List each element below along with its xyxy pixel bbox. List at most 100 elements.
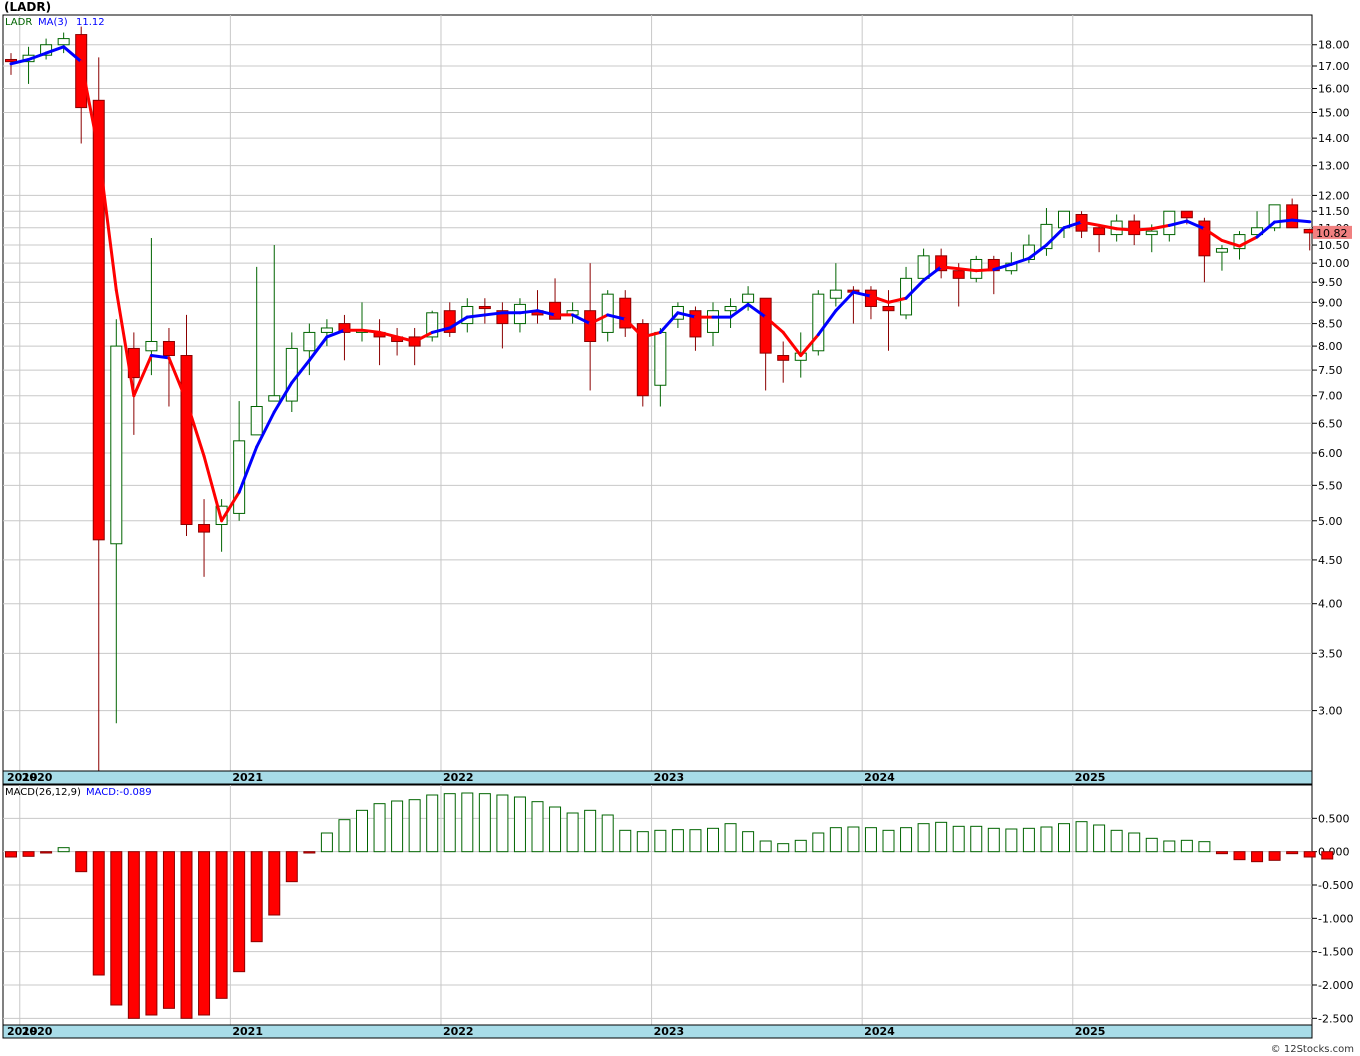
price-tick-label: 5.00: [1318, 515, 1343, 528]
candle-down: [1180, 210, 1193, 219]
ma-segment: [1132, 227, 1154, 232]
ma-segment: [518, 309, 539, 315]
price-tick-label: 8.50: [1318, 318, 1343, 331]
stock-chart: (LADR) 18.00 17.00 16.00 15.00 14.00 13.00 12.…: [0, 0, 1360, 1056]
candle-up: [812, 293, 825, 352]
year-label: 2025: [1075, 771, 1106, 784]
macd-bar-positive: [619, 829, 632, 853]
macd-bar-positive: [724, 823, 737, 853]
macd-bar-positive: [566, 812, 579, 853]
candle-down: [1286, 204, 1299, 229]
candle-down: [549, 301, 562, 320]
macd-bar-positive: [812, 832, 825, 853]
year-label: 2024: [864, 1025, 895, 1038]
macd-bar-positive: [970, 825, 983, 853]
price-tick-label: 4.00: [1318, 598, 1343, 611]
macd-bar-positive: [391, 800, 404, 853]
candle-down: [952, 270, 965, 279]
macd-bar-positive: [426, 794, 439, 853]
price-tick-label: 13.00: [1318, 160, 1350, 173]
last-price-label: 10.82: [1316, 227, 1348, 240]
macd-bar-negative: [180, 851, 193, 1019]
macd-bar-negative: [127, 851, 140, 1019]
candle-up: [320, 327, 333, 333]
macd-bar-positive: [952, 825, 965, 853]
price-tick-label: 6.50: [1318, 417, 1343, 430]
candle-down: [584, 310, 597, 342]
macd-bar-negative: [268, 851, 281, 916]
year-label: 2020: [22, 1025, 53, 1038]
macd-bar-positive: [882, 829, 895, 853]
macd-bar-negative: [5, 851, 17, 858]
legend-ma-value: 11.12: [76, 17, 105, 28]
macd-bar-positive: [742, 831, 755, 853]
macd-tick-label: -2.000: [1318, 979, 1353, 992]
price-tick-label: 4.50: [1318, 554, 1343, 567]
year-label: 2021: [232, 771, 263, 784]
macd-bar-negative: [92, 851, 105, 976]
year-label: 2022: [443, 771, 474, 784]
macd-bar-positive: [373, 803, 386, 853]
macd-bar-negative: [303, 851, 316, 854]
macd-bar-negative: [22, 851, 35, 857]
candle-up: [110, 345, 123, 545]
price-tick-label: 15.00: [1318, 107, 1350, 120]
macd-bar-negative: [285, 851, 298, 883]
year-label: 2020: [22, 771, 53, 784]
ma-segment: [974, 268, 996, 273]
macd-bar-positive: [1040, 826, 1053, 853]
macd-bar-positive: [1093, 824, 1106, 853]
price-tick-label: 18.00: [1318, 39, 1350, 52]
candle-up: [250, 406, 263, 436]
macd-bar-positive: [320, 832, 333, 853]
ma-segment: [465, 313, 487, 319]
macd-bar-positive: [478, 793, 491, 853]
macd-bar-positive: [1145, 837, 1158, 853]
price-tick-label: 8.00: [1318, 340, 1343, 353]
macd-bar-positive: [57, 847, 70, 853]
ma-segment: [939, 265, 961, 271]
macd-bar-negative: [233, 851, 246, 973]
candle-up: [57, 38, 70, 46]
macd-bar-positive: [1163, 840, 1176, 853]
ma-segment: [1290, 218, 1312, 224]
macd-bar-negative: [198, 851, 211, 1016]
macd-bar-negative: [1303, 851, 1316, 858]
macd-legend-value: MACD:-0.089: [86, 787, 152, 798]
macd-bar-negative: [145, 851, 158, 1016]
price-tick-label: 7.00: [1318, 390, 1343, 403]
year-label: 2022: [443, 1025, 474, 1038]
price-tick-label: 11.50: [1318, 205, 1350, 218]
macd-bar-positive: [549, 806, 562, 853]
macd-tick-label: -2.500: [1318, 1012, 1353, 1025]
macd-bar-negative: [1233, 851, 1246, 861]
macd-bar-positive: [671, 829, 684, 853]
candle-up: [829, 289, 842, 299]
macd-bar-positive: [531, 801, 544, 853]
ma-segment: [1273, 218, 1294, 224]
macd-bar-positive: [338, 819, 351, 853]
candle-down: [777, 355, 790, 361]
macd-bar-positive: [1022, 827, 1035, 853]
price-tick-label: 9.50: [1318, 276, 1343, 289]
macd-bar-positive: [356, 809, 368, 853]
price-tick-label: 16.00: [1318, 83, 1350, 96]
candle-down: [478, 305, 491, 310]
macd-bar-positive: [794, 839, 807, 853]
site-credit: © 12Stocks.com: [1271, 1044, 1354, 1055]
macd-tick-label: 0.500: [1318, 812, 1350, 825]
macd-bar-positive: [707, 827, 719, 853]
x-axis-top: 20192020 2021 2022 2023 2024 2025: [2, 770, 1313, 785]
legend-ma-label: MA(3): [38, 17, 68, 28]
candle-up: [707, 310, 719, 333]
price-tick-label: 3.00: [1318, 705, 1343, 718]
macd-bar-negative: [1321, 851, 1334, 860]
candle-up: [654, 331, 667, 386]
macd-bar-negative: [250, 851, 263, 943]
year-label: 2021: [232, 1025, 263, 1038]
macd-bar-negative: [1286, 851, 1299, 855]
macd-bar-positive: [1110, 829, 1123, 853]
candle-down: [198, 524, 211, 533]
candle-up: [233, 440, 246, 514]
macd-bar-positive: [864, 827, 877, 853]
